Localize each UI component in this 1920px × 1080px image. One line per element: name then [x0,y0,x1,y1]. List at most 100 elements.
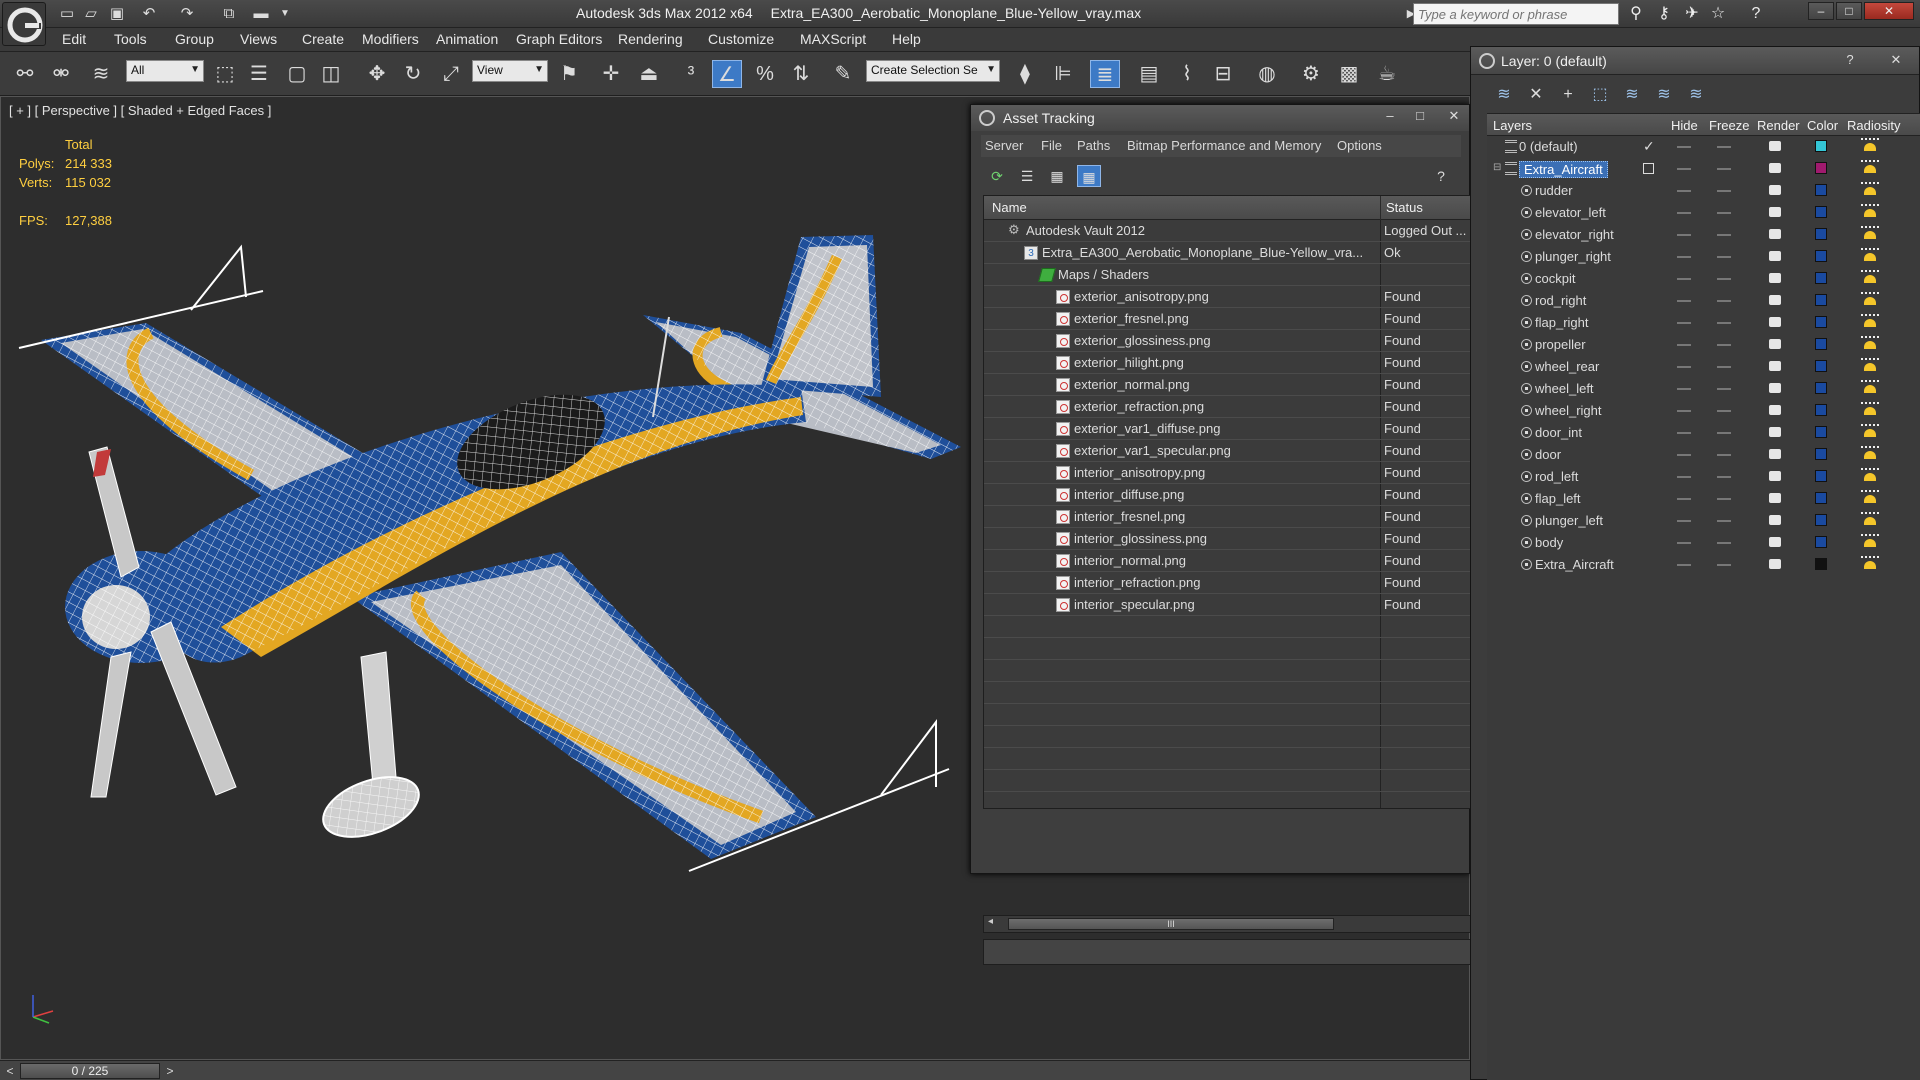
render-production-icon[interactable]: ☕ [1372,60,1402,88]
column-header-hide[interactable]: Hide [1671,118,1698,133]
render-teapot-icon[interactable] [1769,207,1781,217]
render-teapot-icon[interactable] [1769,251,1781,261]
radiosity-icon[interactable] [1861,446,1879,462]
layer-row[interactable]: elevator_left [1487,202,1920,224]
freeze-toggle[interactable] [1717,300,1731,302]
radiosity-icon[interactable] [1861,314,1879,330]
asset-row-file[interactable]: exterior_fresnel.png Found [984,308,1470,330]
select-and-scale-icon[interactable]: ⤢ [436,60,466,88]
freeze-toggle[interactable] [1717,344,1731,346]
pivot-center-icon[interactable]: ⚑ [554,60,584,88]
selection-filter-dropdown[interactable]: All ▼ [126,60,204,82]
freeze-toggle[interactable] [1717,278,1731,280]
asset-row-file[interactable]: interior_normal.png Found [984,550,1470,572]
table-view-icon[interactable]: ▦ [1077,165,1101,187]
aircraft-wireframe-model[interactable] [1,97,971,1057]
freeze-toggle[interactable] [1717,256,1731,258]
layer-color-swatch[interactable] [1815,360,1827,372]
asset-row-file[interactable]: interior_refraction.png Found [984,572,1470,594]
radiosity-icon[interactable] [1861,402,1879,418]
project-folder-icon[interactable]: ▬ [250,4,272,24]
hide-toggle[interactable] [1677,542,1691,544]
hide-toggle[interactable] [1677,256,1691,258]
radiosity-icon[interactable] [1861,380,1879,396]
column-header-color[interactable]: Color [1807,118,1838,133]
spinner-snap-icon[interactable]: ⇅ [786,60,816,88]
hold-icon[interactable]: ⧉ [218,4,240,24]
layer-row[interactable]: flap_left [1487,488,1920,510]
graphite-ribbon-icon[interactable]: ▤ [1134,60,1164,88]
angle-snap-icon[interactable]: ∠ [712,60,742,88]
freeze-toggle[interactable] [1717,168,1731,170]
app-menu-button[interactable] [2,2,46,46]
asset-row-max-file[interactable]: 3 Extra_EA300_Aerobatic_Monoplane_Blue-Y… [984,242,1470,264]
render-teapot-icon[interactable] [1769,141,1781,151]
render-teapot-icon[interactable] [1769,163,1781,173]
asset-row-file[interactable]: exterior_hilight.png Found [984,352,1470,374]
layer-row[interactable]: ⊟ Extra_Aircraft [1487,158,1920,180]
hide-toggle[interactable] [1677,366,1691,368]
render-teapot-icon[interactable] [1769,493,1781,503]
menu-maxscript[interactable]: MAXScript [800,31,866,47]
mirror-icon[interactable]: ⧫ [1010,60,1040,88]
layer-color-swatch[interactable] [1815,250,1827,262]
snaps-toggle-icon[interactable]: ³ [676,60,706,88]
time-prev-button[interactable]: < [2,1062,18,1080]
hide-toggle[interactable] [1677,388,1691,390]
freeze-toggle[interactable] [1717,146,1731,148]
hide-toggle[interactable] [1677,476,1691,478]
hide-toggle[interactable] [1677,146,1691,148]
asset-row-file[interactable]: exterior_refraction.png Found [984,396,1470,418]
hide-toggle[interactable] [1677,168,1691,170]
layer-row[interactable]: wheel_rear [1487,356,1920,378]
radiosity-icon[interactable] [1861,490,1879,506]
menu-modifiers[interactable]: Modifiers [362,31,419,47]
layer-row[interactable]: rod_right [1487,290,1920,312]
hide-toggle[interactable] [1677,278,1691,280]
freeze-toggle[interactable] [1717,454,1731,456]
freeze-toggle[interactable] [1717,564,1731,566]
asset-row-file[interactable]: exterior_var1_specular.png Found [984,440,1470,462]
asset-menu-file[interactable]: File [1041,138,1062,153]
column-header-layers[interactable]: Layers [1493,118,1532,133]
menu-views[interactable]: Views [240,31,277,47]
hide-toggle[interactable] [1677,410,1691,412]
layer-row[interactable]: elevator_right [1487,224,1920,246]
freeze-toggle[interactable] [1717,498,1731,500]
hide-toggle[interactable] [1677,212,1691,214]
menu-edit[interactable]: Edit [62,31,86,47]
layer-row[interactable]: rod_left [1487,466,1920,488]
asset-menu-bitmap-performance[interactable]: Bitmap Performance and Memory [1127,138,1321,153]
layer-row[interactable]: Extra_Aircraft [1487,554,1920,576]
select-in-layer-icon[interactable]: ⬚ [1587,83,1613,107]
layer-color-swatch[interactable] [1815,184,1827,196]
asset-row-file[interactable]: interior_specular.png Found [984,594,1470,616]
layer-row[interactable]: body [1487,532,1920,554]
layer-color-swatch[interactable] [1815,162,1827,174]
reference-coordinate-dropdown[interactable]: View ▼ [472,60,548,82]
edit-named-selection-icon[interactable]: ✎ [828,60,858,88]
radiosity-icon[interactable] [1861,534,1879,550]
freeze-toggle[interactable] [1717,190,1731,192]
layer-color-swatch[interactable] [1815,492,1827,504]
radiosity-icon[interactable] [1861,424,1879,440]
radiosity-icon[interactable] [1861,292,1879,308]
layer-row[interactable]: wheel_right [1487,400,1920,422]
select-and-link-icon[interactable]: ⚯ [10,60,40,88]
asset-row-file[interactable]: interior_fresnel.png Found [984,506,1470,528]
column-header-render[interactable]: Render [1757,118,1800,133]
menu-tools[interactable]: Tools [114,31,147,47]
asset-row-file[interactable]: exterior_normal.png Found [984,374,1470,396]
render-teapot-icon[interactable] [1769,559,1781,569]
collapse-icon[interactable]: ⊟ [1493,162,1501,173]
select-by-name-icon[interactable]: ☰ [244,60,274,88]
layer-color-swatch[interactable] [1815,470,1827,482]
radiosity-icon[interactable] [1861,138,1879,154]
radiosity-icon[interactable] [1861,358,1879,374]
radiosity-icon[interactable] [1861,248,1879,264]
layer-row[interactable]: cockpit [1487,268,1920,290]
highlight-selected-layer-icon[interactable]: ≋ [1619,83,1645,107]
menu-create[interactable]: Create [302,31,344,47]
asset-row-maps-shaders[interactable]: Maps / Shaders [984,264,1470,286]
thumbnail-view-icon[interactable]: ▦ [1045,165,1069,187]
